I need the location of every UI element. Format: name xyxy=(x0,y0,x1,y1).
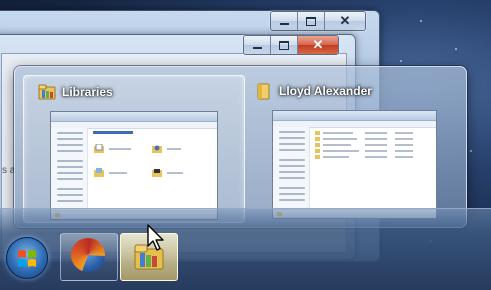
file-icon xyxy=(315,155,320,159)
pictures-icon xyxy=(94,168,104,177)
item-label xyxy=(109,172,127,174)
file-date xyxy=(365,144,387,146)
star xyxy=(400,60,402,62)
thumb-titlebar xyxy=(51,112,217,122)
file-date xyxy=(365,132,387,134)
music-icon xyxy=(152,145,162,153)
libraries-window-thumbnail xyxy=(50,111,218,220)
close-icon: ✕ xyxy=(312,37,324,52)
maximize-icon xyxy=(279,40,289,50)
file-name xyxy=(323,150,359,152)
thumbnail-card-lloyd-alexander[interactable]: Lloyd Alexander xyxy=(241,75,461,221)
minimize-icon xyxy=(279,23,289,25)
star xyxy=(455,48,457,50)
file-icon xyxy=(315,137,320,141)
maximize-button[interactable] xyxy=(298,12,325,30)
thumb-heading xyxy=(93,131,133,134)
videos-icon xyxy=(152,169,162,177)
file-date xyxy=(365,150,387,152)
file-type xyxy=(395,132,413,134)
item-label xyxy=(167,148,181,150)
file-name xyxy=(323,144,351,146)
file-name xyxy=(323,156,349,158)
file-icon xyxy=(315,131,320,135)
file-name xyxy=(323,138,357,140)
item-label xyxy=(167,172,183,174)
file-name xyxy=(323,132,353,134)
firefox-icon xyxy=(71,238,105,272)
file-icon xyxy=(315,149,320,153)
libraries-icon xyxy=(38,84,56,100)
minimize-button[interactable] xyxy=(271,12,298,30)
minimize-icon xyxy=(252,47,262,49)
file-type xyxy=(395,150,413,152)
file-date xyxy=(365,156,387,158)
maximize-icon xyxy=(306,16,316,26)
windows-orb-icon xyxy=(18,250,36,267)
taskbar xyxy=(0,208,491,290)
taskbar-thumbnail-preview: Libraries Lloyd Alexander xyxy=(14,66,467,228)
thumb-nav-pane xyxy=(273,127,310,210)
window-controls-2: ✕ xyxy=(243,35,339,55)
file-type xyxy=(395,138,413,140)
thumbnail-card-libraries[interactable]: Libraries xyxy=(23,75,245,223)
documents-icon xyxy=(94,144,104,153)
file-type xyxy=(395,156,413,158)
close-button[interactable]: ✕ xyxy=(325,12,365,30)
file-icon xyxy=(315,143,320,147)
thumb-titlebar xyxy=(273,111,436,121)
maximize-button[interactable] xyxy=(271,36,298,54)
folder-window-thumbnail xyxy=(272,110,437,219)
item-label xyxy=(109,148,131,150)
thumbnail-title: Lloyd Alexander xyxy=(279,84,372,98)
close-icon: ✕ xyxy=(339,13,351,28)
minimize-button[interactable] xyxy=(244,36,271,54)
start-button[interactable] xyxy=(6,237,48,279)
thumbnail-title: Libraries xyxy=(62,85,113,99)
taskbar-button-firefox[interactable] xyxy=(60,233,118,281)
desktop: ✕ ✕ s a Libraries Lloyd Alexander xyxy=(0,0,491,290)
folder-icon xyxy=(257,83,270,100)
close-button[interactable]: ✕ xyxy=(298,36,338,54)
file-date xyxy=(365,138,387,140)
star xyxy=(470,150,472,152)
file-type xyxy=(395,144,413,146)
thumb-nav-pane xyxy=(51,128,88,211)
mouse-pointer-icon xyxy=(147,224,164,251)
star xyxy=(420,20,422,22)
window-controls: ✕ xyxy=(270,11,366,31)
